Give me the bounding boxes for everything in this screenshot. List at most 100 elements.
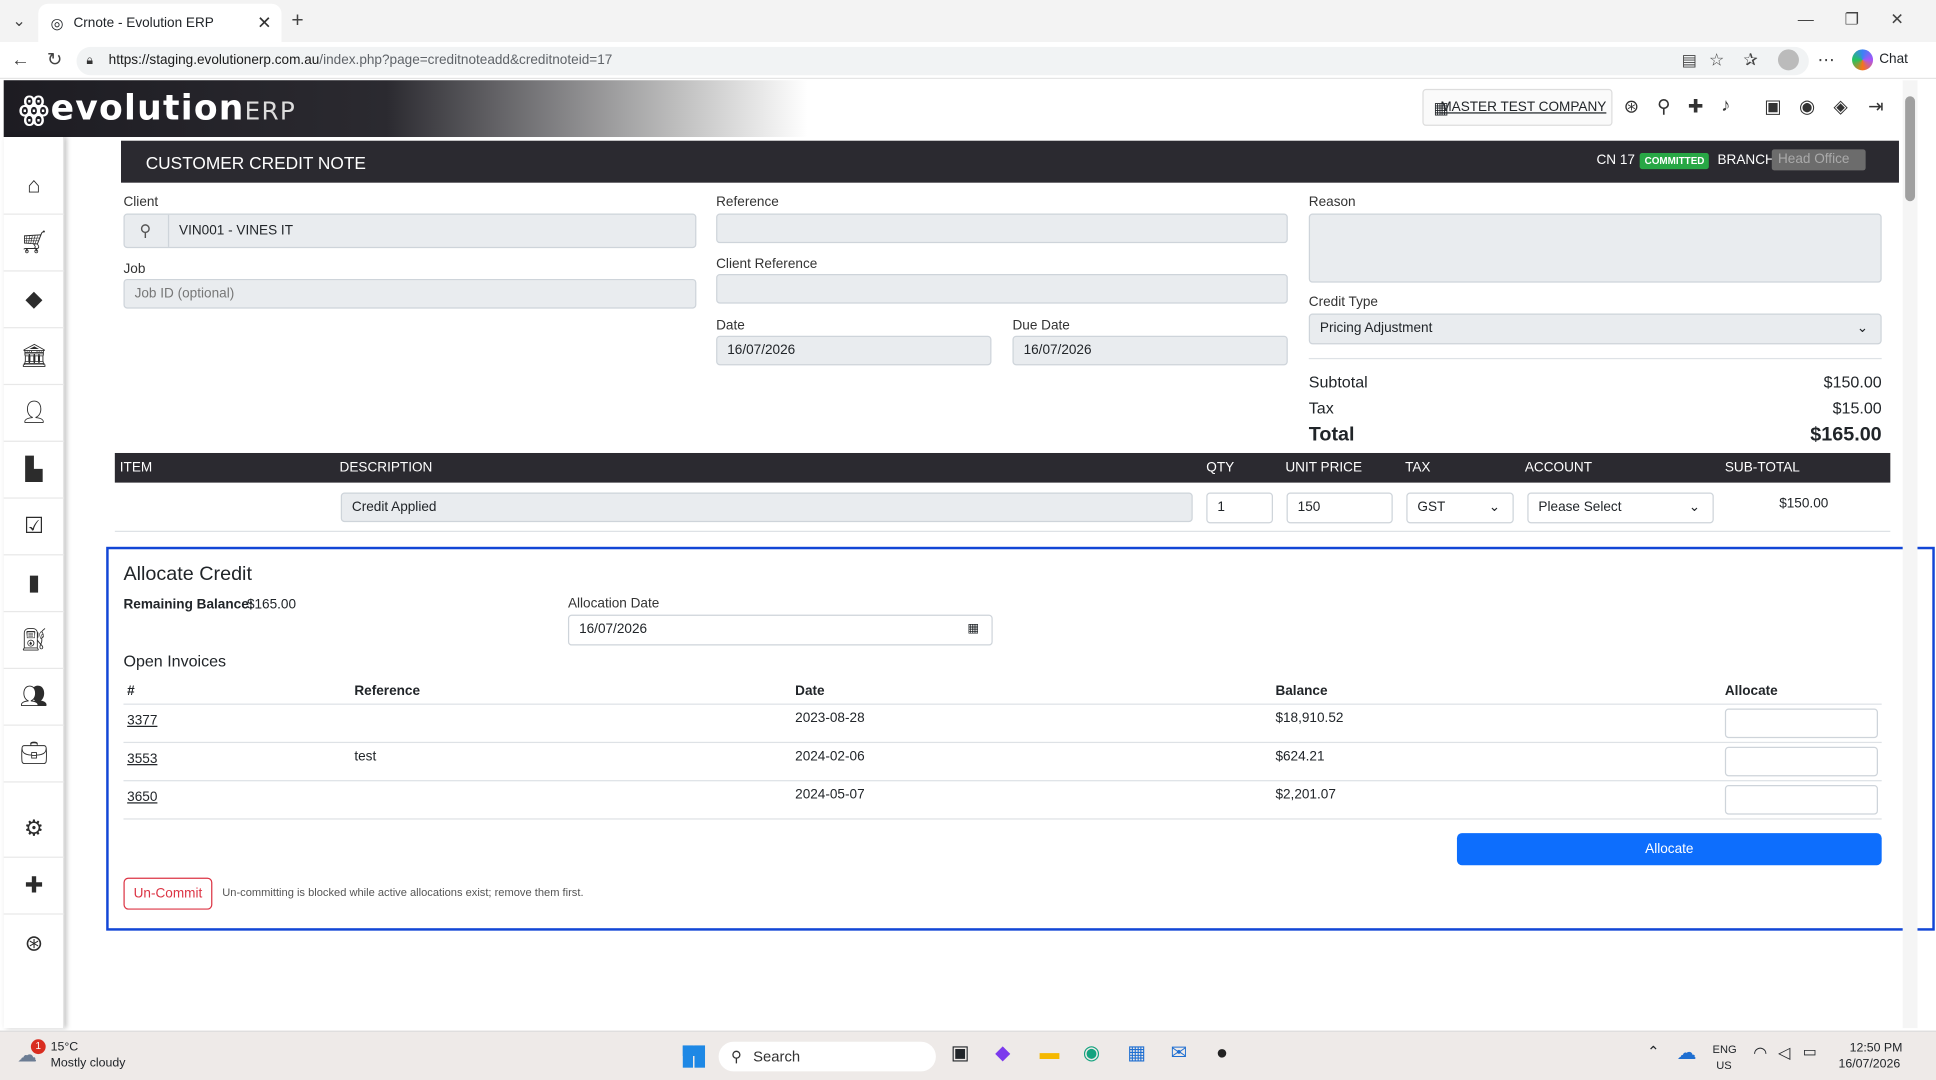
calendar-icon[interactable]: ▦ xyxy=(967,616,979,643)
app-circle-icon[interactable]: ● xyxy=(1216,1044,1228,1064)
date-field[interactable]: 16/07/2026 xyxy=(716,335,992,366)
sidebar-briefcase-icon[interactable]: 💼︎ xyxy=(3,726,65,783)
help-lifebuoy-icon[interactable]: ⊛ xyxy=(1624,95,1640,117)
plugin-puzzle-icon[interactable]: ✚ xyxy=(1688,95,1704,117)
col-number: # xyxy=(127,683,135,699)
tab-list-chevron-icon[interactable]: ⌄ xyxy=(12,12,25,28)
show-hidden-icons-chevron[interactable]: ⌃ xyxy=(1647,1044,1659,1059)
m365-app-icon[interactable]: ◆ xyxy=(995,1044,1010,1064)
taskbar-search[interactable]: ⚲ Search xyxy=(718,1041,936,1072)
sidebar-gear-icon[interactable]: ⚙ xyxy=(3,801,65,858)
job-field[interactable]: Job ID (optional) xyxy=(123,278,697,309)
minimize-icon[interactable]: — xyxy=(1798,11,1814,27)
tax-select[interactable]: GST ⌄ xyxy=(1406,492,1514,524)
back-icon[interactable]: ← xyxy=(11,51,30,70)
remaining-balance-label: Remaining Balance: xyxy=(123,597,254,613)
edge-browser-icon[interactable]: ◉ xyxy=(1083,1044,1100,1064)
allocate-amount-input[interactable] xyxy=(1724,746,1878,777)
uncommit-button[interactable]: Un-Commit xyxy=(123,877,213,910)
sidebar-cart-icon[interactable]: 🛒︎ xyxy=(3,215,65,272)
account-select[interactable]: Please Select ⌄ xyxy=(1527,492,1714,524)
windows-start-icon[interactable] xyxy=(682,1045,706,1068)
company-selector[interactable]: ▦ MASTER TEST COMPANY xyxy=(1422,88,1613,126)
allocation-date-field[interactable]: 16/07/2026 ▦ xyxy=(567,614,993,646)
evolution-logo[interactable]: ꙮevolutionERP xyxy=(19,88,296,129)
scrollbar-thumb[interactable] xyxy=(1905,96,1916,202)
sidebar-home-icon[interactable]: ⌂ xyxy=(3,158,65,215)
sidebar-user-settings-icon[interactable]: 👤︎ xyxy=(3,385,65,442)
file-explorer-icon[interactable]: ▬ xyxy=(1040,1044,1060,1064)
wifi-icon[interactable]: ◠ xyxy=(1753,1044,1767,1060)
copilot-icon[interactable] xyxy=(1852,49,1874,71)
invoice-number-link[interactable]: 3553 xyxy=(127,752,157,767)
client-reference-field[interactable] xyxy=(716,274,1288,304)
due-date-field[interactable]: 16/07/2026 xyxy=(1012,335,1288,366)
allocate-button[interactable]: Allocate xyxy=(1456,833,1882,866)
language-region[interactable]: US xyxy=(1716,1059,1731,1071)
col-item: ITEM xyxy=(119,460,153,476)
notification-bell-icon[interactable]: ♪ xyxy=(1721,95,1730,116)
clock-time[interactable]: 12:50 PM xyxy=(1850,1042,1903,1056)
sidebar-bank-icon[interactable]: 🏛︎ xyxy=(3,328,65,386)
unit-price-field[interactable]: 150 xyxy=(1286,492,1393,524)
calendar-icon[interactable]: ▣ xyxy=(1764,95,1782,117)
client-field[interactable]: ⚲ VIN001 - VINES IT xyxy=(123,213,697,249)
reader-mode-icon[interactable]: ▤ xyxy=(1682,52,1697,68)
sidebar-tag-icon[interactable]: ◆ xyxy=(3,272,65,329)
chevron-down-icon: ⌄ xyxy=(1688,499,1701,515)
store-icon[interactable]: ▦ xyxy=(1127,1044,1146,1064)
task-view-icon[interactable]: ▣ xyxy=(951,1044,970,1064)
description-field[interactable]: Credit Applied xyxy=(340,492,1193,523)
credit-note-number: CN 17 xyxy=(1596,153,1635,168)
invoice-balance: $2,201.07 xyxy=(1275,787,1336,803)
sidebar-chart-icon[interactable]: ▮ xyxy=(3,555,65,613)
sidebar-checklist-icon[interactable]: ☑ xyxy=(3,499,65,556)
restore-icon[interactable]: ❐ xyxy=(1845,11,1859,27)
sidebar-fuel-icon[interactable]: ⛽︎ xyxy=(3,612,65,669)
col-tax: TAX xyxy=(1405,460,1431,476)
sidebar-factory-icon[interactable]: ▙ xyxy=(3,442,65,499)
credit-type-select[interactable]: Pricing Adjustment ⌄ xyxy=(1308,313,1882,345)
chat-label[interactable]: Chat xyxy=(1879,52,1908,67)
allocate-amount-input[interactable] xyxy=(1724,785,1878,815)
profile-avatar-icon[interactable] xyxy=(1777,49,1799,71)
chevron-down-icon: ⌄ xyxy=(1856,320,1869,336)
close-tab-icon[interactable]: ✕ xyxy=(257,12,271,33)
invoice-number-link[interactable]: 3650 xyxy=(127,790,157,805)
battery-icon[interactable]: ▭ xyxy=(1803,1044,1817,1059)
favorites-icon[interactable]: ✰ xyxy=(1743,51,1757,68)
refresh-icon[interactable]: ↻ xyxy=(47,51,63,70)
search-icon: ⚲ xyxy=(139,220,152,240)
sidebar-lifebuoy-icon[interactable]: ⊛ xyxy=(4,915,65,972)
branch-select[interactable]: Head Office xyxy=(1771,149,1866,171)
reason-textarea[interactable] xyxy=(1308,213,1882,283)
clock-date[interactable]: 16/07/2026 xyxy=(1838,1058,1900,1072)
building-icon: ▦ xyxy=(1433,98,1449,118)
company-name: MASTER TEST COMPANY xyxy=(1440,99,1607,115)
volume-icon[interactable]: ◁ xyxy=(1778,1044,1790,1060)
client-value: VIN001 - VINES IT xyxy=(179,223,294,239)
url-field[interactable]: 🔒︎ https://staging.evolutionerp.com.au/i… xyxy=(76,46,1809,76)
search-icon: ⚲ xyxy=(730,1047,742,1066)
search-icon[interactable]: ⚲ xyxy=(1657,95,1671,117)
browser-tab[interactable]: ◎ Crnote - Evolution ERP ✕ xyxy=(38,3,282,42)
close-window-icon[interactable]: ✕ xyxy=(1890,11,1903,27)
outlook-icon[interactable]: ✉ xyxy=(1170,1044,1187,1064)
favorite-star-icon[interactable]: ☆ xyxy=(1709,51,1725,68)
col-balance: Balance xyxy=(1275,683,1328,699)
qty-field[interactable]: 1 xyxy=(1206,492,1273,524)
security-shield-icon[interactable]: ◈ xyxy=(1834,95,1848,117)
user-account-icon[interactable]: ◉ xyxy=(1799,95,1815,117)
logout-icon[interactable]: ⇥ xyxy=(1868,95,1884,117)
allocate-amount-input[interactable] xyxy=(1724,708,1878,739)
onedrive-cloud-icon[interactable]: ☁ xyxy=(1677,1044,1697,1064)
invoice-number-link[interactable]: 3377 xyxy=(127,713,157,728)
language-code[interactable]: ENG xyxy=(1713,1043,1737,1055)
reference-field[interactable] xyxy=(716,213,1288,244)
vertical-scrollbar[interactable] xyxy=(1902,80,1918,1029)
sidebar-puzzle-icon[interactable]: ✚ xyxy=(3,858,65,915)
more-options-icon[interactable]: ⋯ xyxy=(1817,51,1834,68)
sidebar-users-icon[interactable]: 👥︎ xyxy=(3,669,65,726)
new-tab-icon[interactable]: + xyxy=(291,10,303,31)
invoice-balance: $624.21 xyxy=(1275,749,1325,765)
